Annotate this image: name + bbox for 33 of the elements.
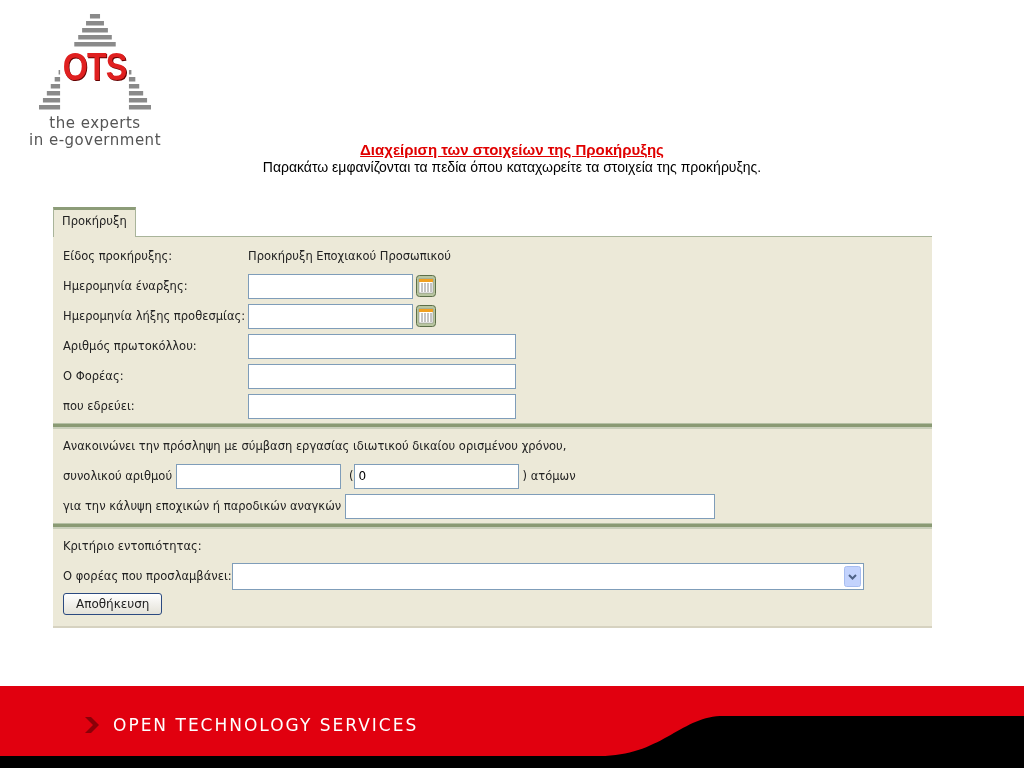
text-input[interactable] xyxy=(248,363,516,389)
date-input[interactable] xyxy=(248,303,413,329)
field-label: Ο Φορέας: xyxy=(63,369,125,383)
page-subtitle: Παρακάτω εμφανίζονται τα πεδία όπου καταχωρείτε τα στοιχεία της προκήρυξης. xyxy=(261,159,763,175)
announcement-text: Ανακοινώνει την πρόσληψη με σύμβαση εργασίας ιδιωτικού δικαίου ορισμένου χρόνου, xyxy=(63,439,567,453)
logo-tagline: the experts xyxy=(49,116,141,131)
field-label: Ημερομηνία λήξης προθεσμίας: xyxy=(63,309,247,323)
field-label: ) ατόμων xyxy=(522,469,576,483)
paren-text: ( xyxy=(349,469,354,483)
chevron-icon xyxy=(85,717,99,733)
field-value: Προκήρυξη Εποχιακού Προσωπικού xyxy=(248,249,451,263)
field-label: Ημερομηνία έναρξης: xyxy=(63,279,189,293)
field-label: Ο φορέας που προσλαμβάνει: xyxy=(63,569,232,583)
calendar-icon[interactable] xyxy=(416,305,436,327)
section-label: Κριτήριο εντοπιότητας: xyxy=(63,539,202,553)
page-title: Διαχείριση των στοιχείων της Προκήρυξης xyxy=(359,141,665,158)
text-input[interactable] xyxy=(248,393,516,419)
dropdown-field[interactable] xyxy=(231,562,864,590)
field-label: Είδος προκήρυξης: xyxy=(63,249,174,263)
text-input[interactable] xyxy=(176,463,342,489)
text-input[interactable] xyxy=(345,493,716,519)
text-input[interactable] xyxy=(248,333,516,359)
calendar-icon[interactable] xyxy=(416,275,436,297)
logo-tagline: in e-government xyxy=(29,133,161,148)
field-label: για την κάλυψη εποχικών ή παροδικών αναγκών xyxy=(63,499,342,513)
field-label: συνολικού αριθμού xyxy=(63,469,173,483)
footer-text: OPEN TECHNOLOGY SERVICES xyxy=(113,715,419,735)
date-input[interactable] xyxy=(248,273,413,299)
field-label: Αριθμός πρωτοκόλλου: xyxy=(63,339,198,353)
tab[interactable]: Προκήρυξη xyxy=(53,207,136,237)
field-label: που εδρεύει: xyxy=(63,399,136,413)
save-button[interactable]: Αποθήκευση xyxy=(63,593,163,615)
number-input[interactable]: 0 xyxy=(353,463,519,489)
